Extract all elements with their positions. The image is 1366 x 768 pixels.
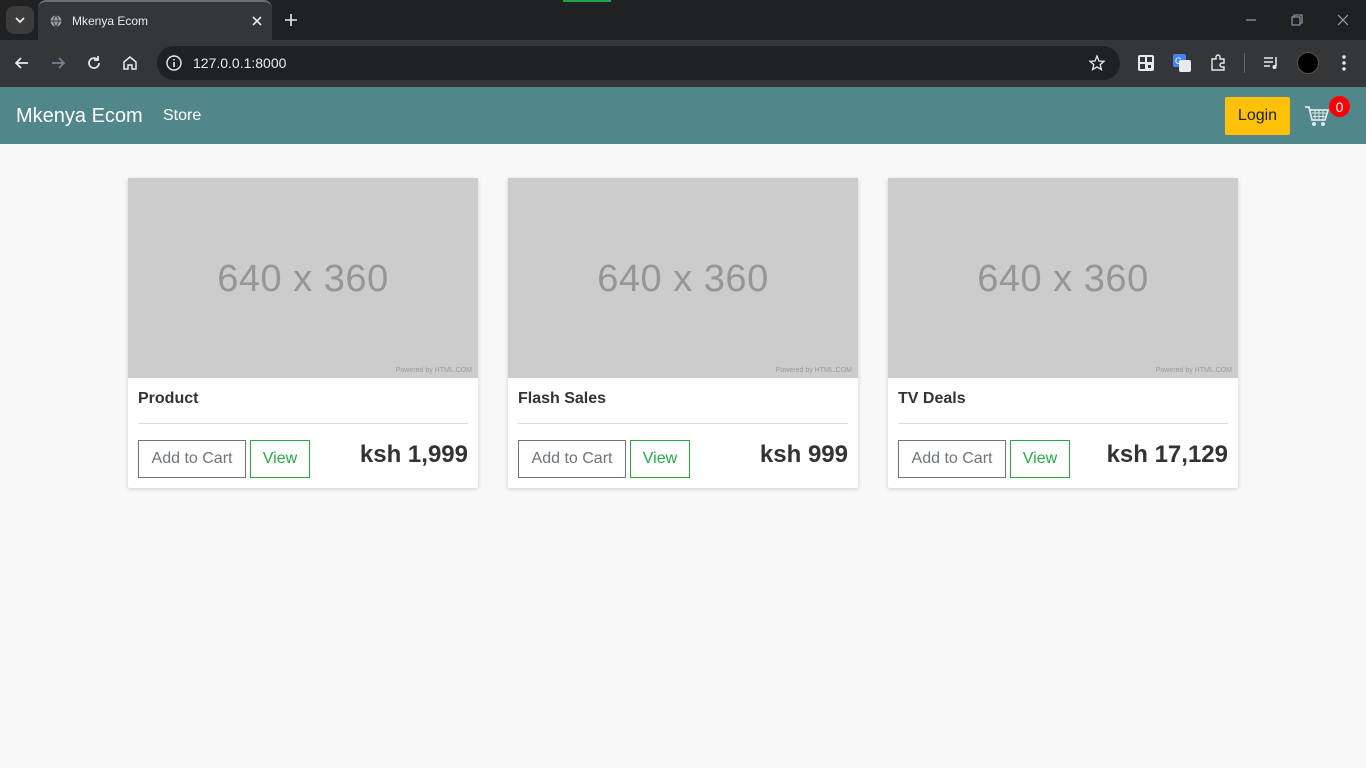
image-credit: Powered by HTML.COM (395, 367, 472, 374)
site-brand[interactable]: Mkenya Ecom (16, 105, 143, 128)
home-icon[interactable] (121, 54, 139, 72)
view-button[interactable]: View (1010, 440, 1070, 478)
product-price: ksh 999 (759, 441, 848, 468)
site-navbar: Mkenya Ecom Store Login 0 (0, 87, 1366, 144)
product-image: 640 x 360 Powered by HTML.COM (888, 178, 1238, 378)
product-price: ksh 1,999 (359, 441, 468, 468)
chevron-down-icon (15, 17, 25, 24)
cart-count-badge: 0 (1329, 96, 1350, 117)
browser-tab-bar: Mkenya Ecom (0, 0, 1366, 40)
reload-icon[interactable] (85, 54, 103, 72)
nav-link-store[interactable]: Store (163, 107, 201, 125)
globe-icon (50, 15, 62, 27)
product-price: ksh 17,129 (1106, 441, 1228, 468)
url-text[interactable]: 127.0.0.1:8000 (193, 55, 286, 71)
address-bar[interactable]: 127.0.0.1:8000 (157, 46, 1120, 80)
browser-tab-active[interactable]: Mkenya Ecom (38, 0, 272, 40)
product-name: Flash Sales (518, 390, 607, 407)
google-translate-icon[interactable]: G (1172, 53, 1192, 73)
product-card: 640 x 360 Powered by HTML.COM TV Deals A… (888, 178, 1238, 488)
close-tab-icon[interactable] (250, 14, 264, 28)
image-placeholder-text: 640 x 360 (977, 258, 1149, 300)
add-to-cart-button[interactable]: Add to Cart (898, 440, 1006, 478)
svg-text:G: G (1175, 56, 1182, 66)
more-vertical-icon[interactable] (1334, 53, 1354, 73)
image-credit: Powered by HTML.COM (1155, 367, 1232, 374)
tab-group-indicator (563, 0, 611, 2)
extensions-puzzle-icon[interactable] (1208, 53, 1228, 73)
shopping-cart-icon[interactable] (1304, 104, 1330, 128)
forward-arrow-icon[interactable] (49, 54, 67, 72)
product-card: 640 x 360 Powered by HTML.COM Product Ad… (128, 178, 478, 488)
profile-avatar[interactable] (1297, 52, 1319, 74)
restore-icon[interactable] (1290, 13, 1304, 27)
product-name: Product (138, 390, 199, 407)
media-controls-icon[interactable] (1261, 53, 1281, 73)
view-button[interactable]: View (630, 440, 690, 478)
card-divider (138, 423, 468, 424)
back-arrow-icon[interactable] (13, 54, 31, 72)
minimize-icon[interactable] (1244, 13, 1258, 27)
product-name: TV Deals (898, 390, 966, 407)
toolbar-divider (1244, 53, 1245, 73)
new-tab-icon[interactable] (283, 12, 299, 28)
product-image: 640 x 360 Powered by HTML.COM (508, 178, 858, 378)
tab-title: Mkenya Ecom (72, 14, 149, 28)
product-card: 640 x 360 Powered by HTML.COM Flash Sale… (508, 178, 858, 488)
tab-search-button[interactable] (6, 6, 34, 34)
bookmark-star-icon[interactable] (1088, 54, 1106, 72)
browser-toolbar: 127.0.0.1:8000 G (0, 40, 1366, 87)
close-window-icon[interactable] (1336, 13, 1350, 27)
image-placeholder-text: 640 x 360 (597, 258, 769, 300)
site-info-icon[interactable] (165, 54, 183, 72)
add-to-cart-button[interactable]: Add to Cart (518, 440, 626, 478)
image-credit: Powered by HTML.COM (775, 367, 852, 374)
login-button[interactable]: Login (1225, 97, 1290, 135)
card-divider (898, 423, 1228, 424)
add-to-cart-button[interactable]: Add to Cart (138, 440, 246, 478)
view-button[interactable]: View (250, 440, 310, 478)
image-placeholder-text: 640 x 360 (217, 258, 389, 300)
product-image: 640 x 360 Powered by HTML.COM (128, 178, 478, 378)
qr-code-icon[interactable] (1136, 53, 1156, 73)
card-divider (518, 423, 848, 424)
